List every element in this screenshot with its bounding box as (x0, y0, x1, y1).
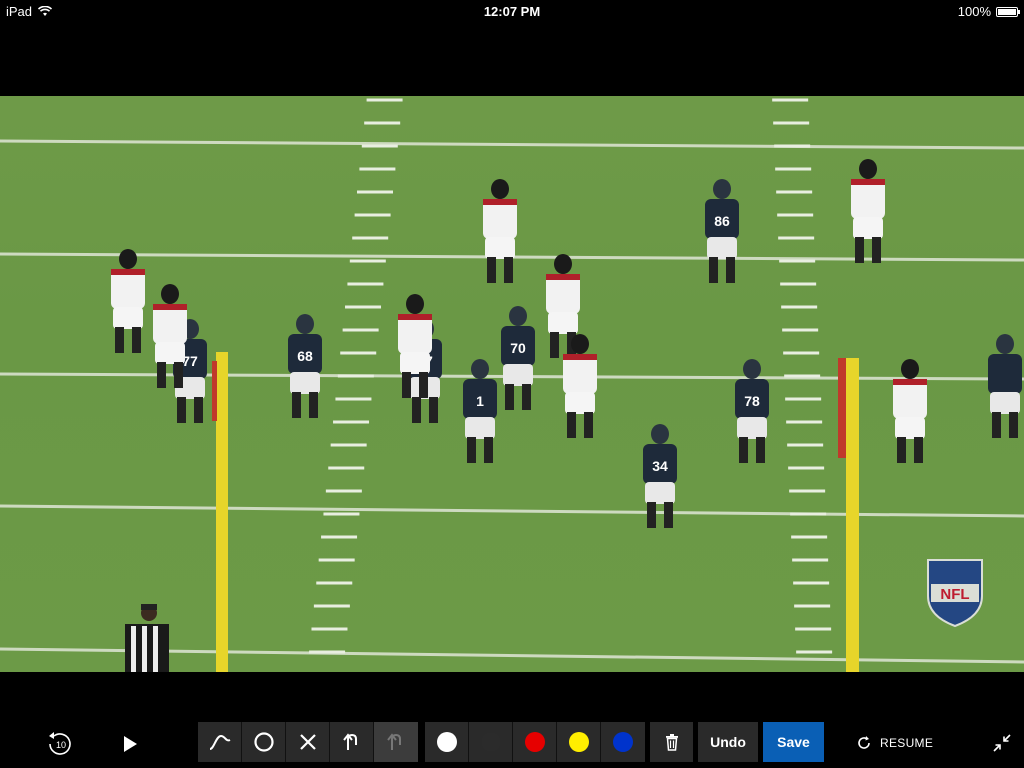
player (988, 334, 1022, 438)
resume-button[interactable]: RESUME (856, 731, 933, 755)
jersey-number: 78 (744, 393, 760, 409)
video-frame[interactable]: 776867701347886 NFL (0, 96, 1024, 672)
x-tool-button[interactable] (286, 722, 330, 762)
color-swatch-button[interactable] (469, 722, 513, 762)
play-button[interactable] (116, 730, 144, 758)
player: 70 (501, 306, 535, 410)
player: 78 (735, 359, 769, 463)
jersey-number: 86 (714, 213, 730, 229)
player (851, 159, 885, 263)
battery-icon (996, 6, 1020, 17)
trash-icon (665, 734, 678, 751)
freehand-tool-button[interactable] (198, 722, 242, 762)
clear-drawing-button[interactable] (650, 722, 693, 762)
undo-arrow-icon (387, 733, 401, 750)
color-swatch-button[interactable] (513, 722, 557, 762)
resume-label: RESUME (880, 736, 934, 750)
circle-icon (253, 732, 274, 752)
player (483, 179, 517, 283)
color-dot (568, 732, 589, 752)
color-dot (524, 732, 545, 752)
arrow-tool-button[interactable] (330, 722, 374, 762)
player (111, 249, 145, 353)
player: 68 (288, 314, 322, 418)
collapse-arrows-icon (993, 734, 1011, 752)
color-dot (480, 732, 501, 752)
jersey-number: 70 (510, 340, 526, 356)
rewind-10-icon: 10 (49, 732, 71, 755)
jersey-number: 1 (476, 393, 484, 409)
svg-text:10: 10 (56, 740, 66, 750)
player (153, 284, 187, 388)
color-picker-group (425, 722, 645, 762)
refresh-icon (858, 736, 870, 749)
jersey-number: 34 (652, 458, 668, 474)
x-mark-icon (299, 734, 316, 750)
clock: 12:07 PM (483, 4, 541, 19)
referee (125, 604, 169, 672)
color-swatch-button[interactable] (425, 722, 469, 762)
play-icon (124, 736, 137, 752)
battery-percent: 100% (957, 4, 991, 19)
svg-text:NFL: NFL (940, 586, 969, 603)
status-bar: iPad 12:07 PM 100% (0, 0, 1024, 22)
football-field-scene: 776867701347886 NFL (0, 98, 1024, 672)
player: 1 (463, 359, 497, 463)
color-swatch-button[interactable] (601, 722, 645, 762)
undo-button[interactable]: Undo (698, 722, 758, 762)
draw-tools-group (198, 722, 418, 762)
player (893, 359, 927, 463)
rewind-10-button[interactable]: 10 (44, 728, 76, 760)
color-swatch-button[interactable] (557, 722, 601, 762)
exit-fullscreen-button[interactable] (990, 731, 1014, 755)
color-dot (613, 732, 633, 752)
circle-tool-button[interactable] (242, 722, 286, 762)
nfl-logo-watermark: NFL (927, 559, 983, 628)
jersey-number: 68 (297, 348, 313, 364)
save-button[interactable]: Save (763, 722, 824, 762)
undo-stroke-tool-button[interactable] (374, 722, 418, 762)
curve-line-icon (209, 734, 230, 750)
color-dot (436, 732, 457, 752)
player: 86 (705, 179, 739, 283)
arrow-hook-icon (342, 733, 357, 750)
